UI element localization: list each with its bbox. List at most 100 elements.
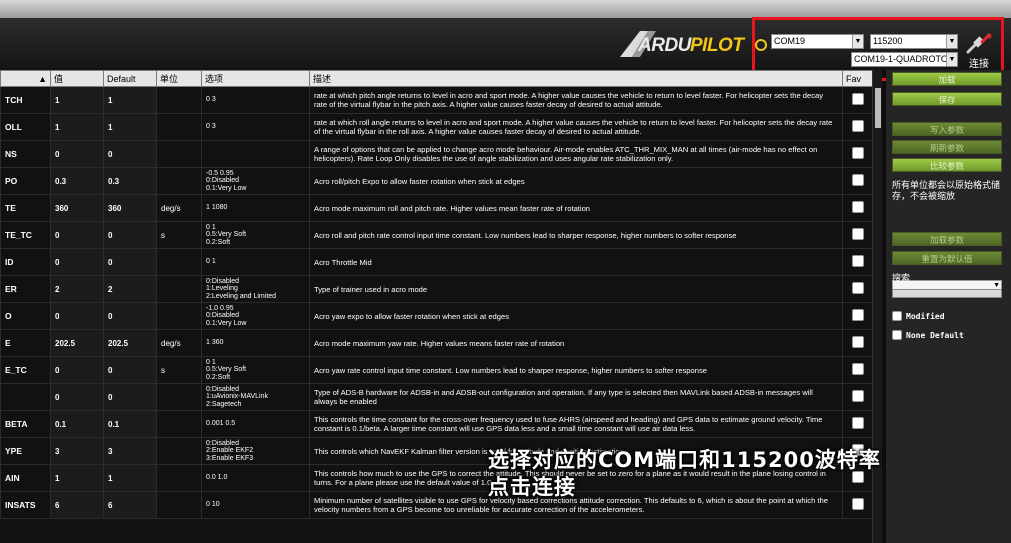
value-cell[interactable]: 1 <box>50 86 104 114</box>
modified-label: Modified <box>906 311 945 321</box>
value-cell[interactable]: 1 <box>50 464 104 492</box>
fav-cell <box>842 86 873 114</box>
default-cell: 0.3 <box>103 167 157 195</box>
default-cell: 2 <box>103 275 157 303</box>
value-cell[interactable]: 0 <box>50 248 104 276</box>
value-cell[interactable]: 0 <box>50 140 104 168</box>
param-name-cell: E <box>0 329 51 357</box>
table-row[interactable]: E 202.5 202.5 deg/s 1 360 Acro mode maximum y… <box>0 329 873 357</box>
col-command[interactable]: ▲ <box>0 70 51 87</box>
value-cell[interactable]: 0 <box>50 221 104 249</box>
default-cell: 202.5 <box>103 329 157 357</box>
table-row[interactable]: PO 0.3 0.3 -0.5 0.95 0:Disabled 0.1:Very Lo… <box>0 167 873 195</box>
value-cell[interactable]: 0.1 <box>50 410 104 438</box>
col-units[interactable]: 单位 <box>156 70 202 87</box>
units-cell <box>156 248 202 276</box>
fav-checkbox[interactable] <box>851 255 864 267</box>
fav-cell <box>842 167 873 195</box>
save-button[interactable]: 保存 <box>892 92 1002 106</box>
modified-filter[interactable]: Modified <box>892 310 945 322</box>
sort-arrow-icon[interactable]: ▲ <box>38 74 47 84</box>
table-row[interactable]: TE_TC 0 0 s 0 1 0.5:Very Soft 0.2:Soft Acro r… <box>0 221 873 249</box>
load-button[interactable]: 加载 <box>892 72 1002 86</box>
modified-checkbox[interactable] <box>892 311 902 321</box>
description-cell: Acro mode maximum yaw rate. Higher value… <box>309 329 843 357</box>
value-cell[interactable]: 0 <box>50 356 104 384</box>
fav-checkbox[interactable] <box>851 363 864 375</box>
fav-checkbox[interactable] <box>851 309 864 321</box>
options-cell: 0:Disabled 1:uAvionix-MAVLink 2:Sagetech <box>201 383 310 411</box>
fav-checkbox[interactable] <box>851 390 864 402</box>
col-description[interactable]: 描述 <box>309 70 843 87</box>
table-row[interactable]: E_TC 0 0 s 0 1 0.5:Very Soft 0.2:Soft Acro ya… <box>0 356 873 384</box>
ardupilot-logo: ARDU PILOT <box>618 29 776 59</box>
table-row[interactable]: BETA 0.1 0.1 0.001 0.5 This controls the tim… <box>0 410 873 438</box>
param-name-cell: ID <box>0 248 51 276</box>
chevron-down-icon[interactable]: ▼ <box>946 53 957 66</box>
col-options[interactable]: 选项 <box>201 70 310 87</box>
fav-checkbox[interactable] <box>851 174 864 186</box>
value-cell[interactable]: 3 <box>50 437 104 465</box>
fav-cell <box>842 302 873 330</box>
table-row[interactable]: TE 360 360 deg/s 1 1080 Acro mode maximum rol… <box>0 194 873 222</box>
scroll-thumb[interactable] <box>875 88 881 128</box>
value-cell[interactable]: 0.3 <box>50 167 104 195</box>
col-default[interactable]: Default <box>103 70 157 87</box>
chevron-down-icon[interactable]: ▼ <box>993 282 1000 289</box>
svg-text:ARDU: ARDU <box>637 35 693 56</box>
table-row[interactable]: O 0 0 -1.0 0.95 0:Disabled 0.1:Very Low Acro… <box>0 302 873 330</box>
write-params-button[interactable]: 写入参数 <box>892 122 1002 136</box>
value-cell[interactable]: 202.5 <box>50 329 104 357</box>
param-name-cell: OLL <box>0 113 51 141</box>
fav-checkbox[interactable] <box>851 417 864 429</box>
value-cell[interactable]: 0 <box>50 383 104 411</box>
units-cell <box>156 437 202 465</box>
options-cell <box>201 140 310 168</box>
col-fav[interactable]: Fav <box>842 70 873 87</box>
connect-button[interactable]: 连接 <box>962 33 996 70</box>
fav-checkbox[interactable] <box>851 336 864 348</box>
plug-icon <box>962 33 996 55</box>
description-cell: rate at which pitch angle returns to lev… <box>309 86 843 114</box>
units-cell: s <box>156 356 202 384</box>
none-default-filter[interactable]: None Default <box>892 329 964 341</box>
options-cell: -1.0 0.95 0:Disabled 0.1:Very Low <box>201 302 310 330</box>
table-row[interactable]: OLL 1 1 0 3 rate at which roll angle returns… <box>0 113 873 141</box>
value-cell[interactable]: 2 <box>50 275 104 303</box>
table-row[interactable]: TCH 1 1 0 3 rate at which pitch angle return… <box>0 86 873 114</box>
reset-default-button[interactable]: 重置为默认值 <box>892 251 1002 265</box>
table-row[interactable]: NS 0 0 A range of options that can be appli… <box>0 140 873 168</box>
none-default-checkbox[interactable] <box>892 330 902 340</box>
value-cell[interactable]: 0 <box>50 302 104 330</box>
units-cell <box>156 383 202 411</box>
search-input[interactable] <box>892 289 1002 298</box>
port-select[interactable]: COM19 ▼ <box>771 34 864 49</box>
fav-checkbox[interactable] <box>851 228 864 240</box>
value-cell[interactable]: 6 <box>50 491 104 519</box>
fav-checkbox[interactable] <box>851 282 864 294</box>
load-preset-button[interactable]: 加载参数 <box>892 232 1002 246</box>
param-name-cell: BETA <box>0 410 51 438</box>
table-row[interactable]: 0 0 0:Disabled 1:uAvionix-MAVLink 2:Sagete… <box>0 383 873 411</box>
fav-checkbox[interactable] <box>851 93 864 105</box>
baud-select[interactable]: 115200 ▼ <box>870 34 958 49</box>
fav-checkbox[interactable] <box>851 201 864 213</box>
fav-checkbox[interactable] <box>851 120 864 132</box>
table-row[interactable]: ER 2 2 0:Disabled 1:Leveling 2:Leveling and… <box>0 275 873 303</box>
compare-params-button[interactable]: 比较参数 <box>892 158 1002 172</box>
col-value[interactable]: 值 <box>50 70 104 87</box>
description-cell: Acro Throttle Mid <box>309 248 843 276</box>
board-select[interactable]: COM19-1-QUADROTOR ▼ <box>851 52 958 67</box>
param-name-cell: AIN <box>0 464 51 492</box>
default-cell: 0 <box>103 356 157 384</box>
default-cell: 3 <box>103 437 157 465</box>
value-cell[interactable]: 360 <box>50 194 104 222</box>
param-name-cell: ER <box>0 275 51 303</box>
table-row[interactable]: ID 0 0 0 1 Acro Throttle Mid <box>0 248 873 276</box>
value-cell[interactable]: 1 <box>50 113 104 141</box>
description-cell: A range of options that can be applied t… <box>309 140 843 168</box>
fav-checkbox[interactable] <box>851 147 864 159</box>
refresh-params-button[interactable]: 刷新参数 <box>892 140 1002 154</box>
chevron-down-icon[interactable]: ▼ <box>852 35 863 48</box>
chevron-down-icon[interactable]: ▼ <box>946 35 957 48</box>
